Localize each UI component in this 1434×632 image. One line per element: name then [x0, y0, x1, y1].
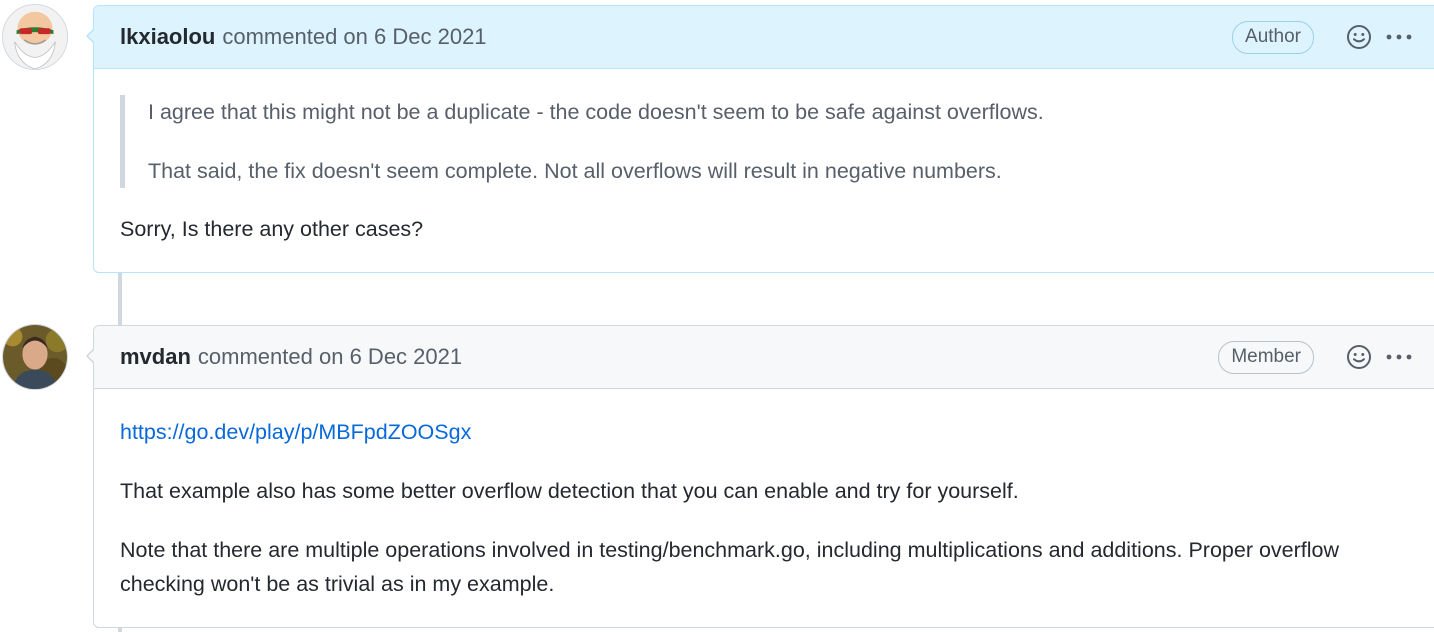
- member-badge: Member: [1218, 340, 1314, 374]
- comment-card: mvdan commented on 6 Dec 2021 Member htt…: [86, 325, 1434, 628]
- comment-meta: commented on 6 Dec 2021: [222, 24, 486, 50]
- kebab-horizontal-icon: [1386, 354, 1412, 360]
- comment-meta-text: commented on: [197, 344, 344, 369]
- quoted-reply: I agree that this might not be a duplica…: [120, 95, 1416, 188]
- comment-options-button[interactable]: [1384, 22, 1414, 52]
- comment-text: That example also has some better overfl…: [120, 479, 1019, 503]
- quote-paragraph: I agree that this might not be a duplica…: [148, 100, 1044, 124]
- avatar-mvdan[interactable]: [2, 324, 68, 390]
- timeline-connector: [118, 272, 122, 326]
- comment-card: lkxiaolou commented on 6 Dec 2021 Author: [86, 5, 1434, 273]
- playground-link[interactable]: https://go.dev/play/p/MBFpdZOOSgx: [120, 420, 471, 444]
- avatar-lkxiaolou[interactable]: [2, 4, 68, 70]
- comment-body: https://go.dev/play/p/MBFpdZOOSgx That e…: [94, 389, 1434, 601]
- comment-meta: commented on 6 Dec 2021: [198, 344, 462, 370]
- quote-paragraph: That said, the fix doesn't seem complete…: [148, 159, 1002, 183]
- add-reaction-button[interactable]: [1344, 342, 1374, 372]
- comment-text: Note that there are multiple operations …: [120, 538, 1340, 596]
- comment-text: Sorry, Is there any other cases?: [120, 217, 424, 241]
- comment-date[interactable]: 6 Dec 2021: [374, 24, 487, 49]
- comment-options-button[interactable]: [1384, 342, 1414, 372]
- author-link[interactable]: mvdan: [120, 344, 191, 370]
- avatar-cartoon-icon: [3, 5, 67, 69]
- comment-meta-text: commented on: [222, 24, 368, 49]
- comment-date[interactable]: 6 Dec 2021: [350, 344, 463, 369]
- author-badge: Author: [1232, 20, 1314, 54]
- add-reaction-button[interactable]: [1344, 22, 1374, 52]
- comment-header: lkxiaolou commented on 6 Dec 2021 Author: [94, 6, 1434, 69]
- comment-link-paragraph: https://go.dev/play/p/MBFpdZOOSgx: [120, 415, 1416, 449]
- avatar-photo-icon: [3, 325, 67, 389]
- comment-body: I agree that this might not be a duplica…: [94, 69, 1434, 246]
- author-link[interactable]: lkxiaolou: [120, 24, 215, 50]
- smiley-icon: [1347, 25, 1371, 49]
- smiley-icon: [1347, 345, 1371, 369]
- comment-header: mvdan commented on 6 Dec 2021 Member: [94, 326, 1434, 389]
- kebab-horizontal-icon: [1386, 34, 1412, 40]
- issue-timeline: lkxiaolou commented on 6 Dec 2021 Author: [0, 0, 1434, 632]
